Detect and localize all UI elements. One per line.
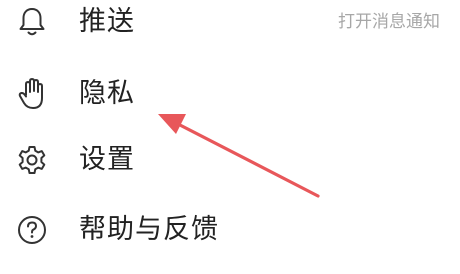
menu-item-label: 推送 [79, 6, 135, 37]
bell-icon [12, 0, 52, 52]
settings-menu: 推送 打开消息通知 隐私 设置 帮助与反馈 [0, 0, 460, 274]
help-circle-icon [12, 200, 52, 260]
menu-item-label: 隐私 [79, 78, 135, 109]
menu-item-settings[interactable]: 设置 [0, 130, 460, 190]
menu-item-label: 设置 [79, 144, 135, 175]
menu-item-label: 帮助与反馈 [79, 214, 219, 245]
hand-icon [12, 64, 52, 124]
push-hint-text: 打开消息通知 [338, 12, 440, 32]
menu-item-help-feedback[interactable]: 帮助与反馈 [0, 200, 460, 260]
gear-icon [12, 130, 52, 190]
menu-item-push[interactable]: 推送 打开消息通知 [0, 0, 460, 52]
menu-item-privacy[interactable]: 隐私 [0, 64, 460, 124]
